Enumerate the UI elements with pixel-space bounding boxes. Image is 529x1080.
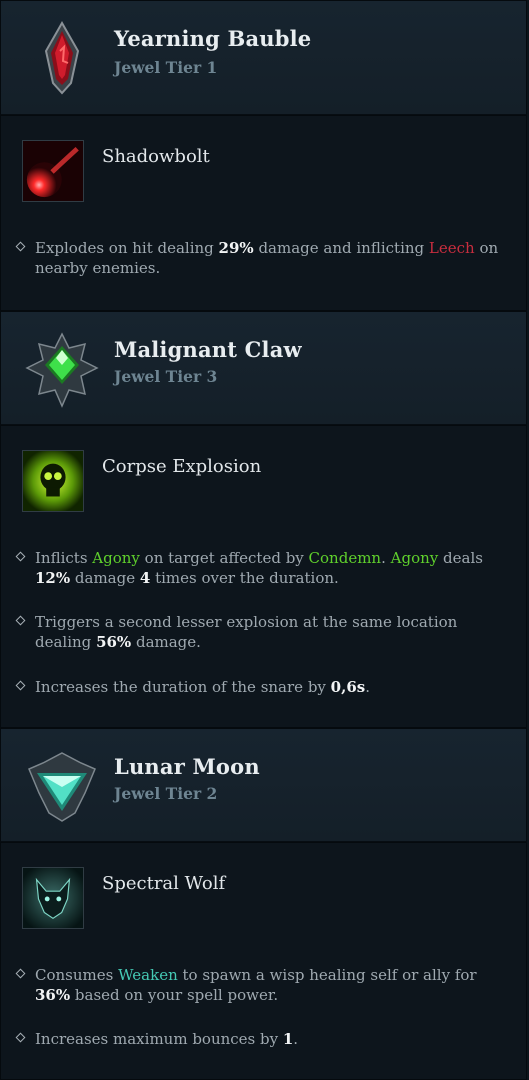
jewel-name: Lunar Moon [114,754,260,779]
bullet-icon [15,615,26,626]
wolf-icon [22,867,84,929]
bullet-icon [15,551,26,562]
skill-body: Spectral Wolf Consumes Weaken to spawn a… [0,842,527,1080]
skill-name: Shadowbolt [102,146,210,167]
bullet-icon [15,968,26,979]
red-crystal-icon [44,21,80,95]
jewel-name: Malignant Claw [114,337,302,362]
skill-body: Corpse Explosion Inflicts Agony on targe… [0,425,527,728]
jewel-list: Yearning Bauble Jewel Tier 1 Shadowbolt … [0,0,529,1080]
teal-gem-icon [28,752,96,822]
shadowbolt-icon [22,140,84,202]
jewel-name: Yearning Bauble [114,26,312,51]
jewel-header[interactable]: Malignant Claw Jewel Tier 3 [0,311,527,425]
bullet-icon [15,241,26,252]
skill-body: Shadowbolt Explodes on hit dealing 29% d… [0,115,527,311]
jewel-tier: Jewel Tier 3 [114,367,218,386]
jewel-header[interactable]: Lunar Moon Jewel Tier 2 [0,728,527,842]
jewel-tier: Jewel Tier 2 [114,784,218,803]
bullet-icon [15,680,26,691]
jewel-header[interactable]: Yearning Bauble Jewel Tier 1 [0,0,527,115]
skull-icon [22,450,84,512]
bullet-icon [15,1032,26,1043]
skill-name: Spectral Wolf [102,873,226,894]
skill-name: Corpse Explosion [102,456,262,477]
jewel-tier: Jewel Tier 1 [114,58,218,77]
green-gem-icon [25,332,99,408]
